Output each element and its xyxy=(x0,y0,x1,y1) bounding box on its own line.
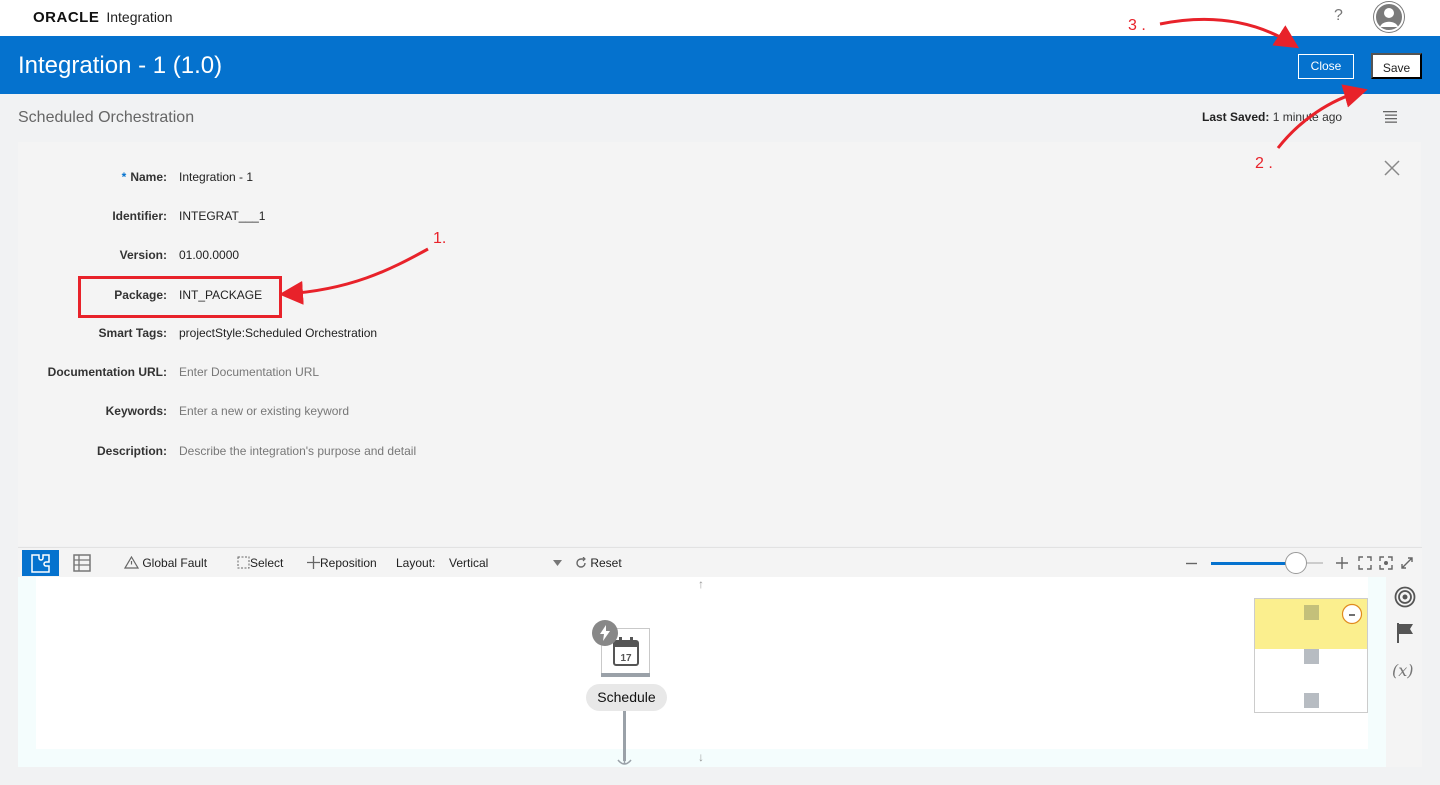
name-label: * Name: xyxy=(121,170,167,184)
documentation-url-input[interactable]: Enter Documentation URL xyxy=(179,365,319,379)
top-bar: ORACLE Integration ? xyxy=(0,0,1440,36)
version-row: Version: 01.00.0000 xyxy=(0,248,700,268)
documentation-url-row: Documentation URL: Enter Documentation U… xyxy=(0,365,700,385)
identifier-row: Identifier: INTEGRAT___1 xyxy=(0,209,700,229)
smart-tags-label: Smart Tags: xyxy=(98,326,167,340)
integration-style-title: Scheduled Orchestration xyxy=(18,109,195,126)
minimap-node xyxy=(1304,693,1319,708)
last-saved-label: Last Saved: xyxy=(1202,110,1270,124)
chevron-down-icon[interactable] xyxy=(553,560,562,566)
description-label: Description: xyxy=(96,444,167,458)
oracle-logo[interactable]: ORACLE Integration xyxy=(33,9,173,26)
target-icon[interactable] xyxy=(1394,586,1416,608)
identifier-label: Identifier: xyxy=(112,209,167,223)
select-icon xyxy=(237,556,250,569)
name-field[interactable]: Integration - 1 xyxy=(179,170,253,184)
integration-header: Integration - 1 (1.0) Close Save xyxy=(0,36,1440,94)
smart-tags-row: Smart Tags: projectStyle:Scheduled Orche… xyxy=(0,326,700,346)
version-field[interactable]: 01.00.0000 xyxy=(179,248,239,262)
page-title: Integration - 1 (1.0) xyxy=(18,52,223,79)
reposition-button[interactable]: Reposition xyxy=(307,556,377,570)
close-button[interactable]: Close xyxy=(1298,54,1354,79)
flag-icon[interactable] xyxy=(1396,622,1416,644)
select-button[interactable]: Select xyxy=(237,556,283,570)
last-saved-status: Last Saved: 1 minute ago xyxy=(1202,110,1342,124)
description-row: Description: Describe the integration's … xyxy=(0,444,700,464)
minimap-node xyxy=(1304,605,1319,620)
schedule-node-label[interactable]: Schedule xyxy=(586,684,667,711)
required-indicator: * xyxy=(121,170,127,184)
layout-select[interactable]: Vertical xyxy=(449,556,488,570)
canvas-toolbar: Global Fault Select Reposition Layout: V… xyxy=(18,547,1422,577)
canvas-minimap[interactable] xyxy=(1254,598,1368,713)
reposition-label: Reposition xyxy=(320,556,377,570)
keywords-label: Keywords: xyxy=(105,404,167,418)
user-avatar-icon[interactable] xyxy=(1373,1,1405,33)
warning-icon xyxy=(123,555,140,569)
zoom-out-icon[interactable] xyxy=(1186,558,1197,569)
name-row: * Name: Integration - 1 xyxy=(0,170,700,190)
zoom-in-icon[interactable] xyxy=(1336,557,1348,569)
expand-icon[interactable] xyxy=(1400,556,1414,570)
keywords-input[interactable]: Enter a new or existing keyword xyxy=(179,404,349,418)
calendar-day: 17 xyxy=(620,653,632,664)
global-fault-button[interactable]: Global Fault xyxy=(123,555,208,570)
layout-label: Layout: xyxy=(396,556,436,570)
trigger-bolt-icon xyxy=(592,620,618,646)
canvas-side-tools: (x) xyxy=(1386,577,1422,767)
select-label: Select xyxy=(250,556,284,570)
actions-menu-icon[interactable] xyxy=(1383,110,1397,124)
product-name: Integration xyxy=(106,9,173,25)
save-button[interactable]: Save xyxy=(1371,53,1422,79)
brand-name: ORACLE xyxy=(33,9,100,26)
reset-button[interactable]: Reset xyxy=(575,556,622,570)
layout-selected-value: Vertical xyxy=(449,556,489,570)
smart-tags-field[interactable]: projectStyle:Scheduled Orchestration xyxy=(179,326,377,340)
reset-icon xyxy=(576,556,586,568)
focus-icon[interactable] xyxy=(1379,556,1393,570)
scroll-up-icon[interactable]: ↑ xyxy=(698,577,704,591)
zoom-slider-handle[interactable] xyxy=(1285,552,1307,574)
pseudo-view-icon[interactable] xyxy=(73,554,91,572)
canvas-view-button[interactable] xyxy=(22,550,59,576)
variables-icon[interactable]: (x) xyxy=(1392,661,1414,680)
move-icon xyxy=(307,556,320,569)
flow-end-anchor-icon xyxy=(617,756,632,765)
minimap-collapse-icon[interactable] xyxy=(1341,603,1363,625)
keywords-row: Keywords: Enter a new or existing keywor… xyxy=(0,404,700,424)
canvas-drawing-area[interactable] xyxy=(36,577,1368,749)
integration-canvas[interactable] xyxy=(18,577,1386,767)
global-fault-label: Global Fault xyxy=(142,556,208,570)
annotation-step-1: 1. xyxy=(433,230,447,247)
puzzle-icon xyxy=(31,554,50,573)
node-bottom-bar xyxy=(601,673,650,677)
identifier-field[interactable]: INTEGRAT___1 xyxy=(179,209,265,223)
scroll-down-icon[interactable]: ↓ xyxy=(698,750,704,764)
package-highlight-annotation xyxy=(78,276,282,318)
help-icon[interactable]: ? xyxy=(1334,7,1343,25)
close-panel-icon[interactable] xyxy=(1384,160,1400,176)
reset-label: Reset xyxy=(590,556,622,570)
fit-to-screen-icon[interactable] xyxy=(1358,556,1372,570)
documentation-url-label: Documentation URL: xyxy=(47,365,167,379)
last-saved-value: 1 minute ago xyxy=(1272,110,1343,124)
description-input[interactable]: Describe the integration's purpose and d… xyxy=(179,444,416,458)
flow-connector xyxy=(623,711,626,761)
annotation-step-2: 2 . xyxy=(1255,155,1273,172)
annotation-step-3: 3 . xyxy=(1128,17,1146,34)
version-label: Version: xyxy=(119,248,167,262)
minimap-node xyxy=(1304,649,1319,664)
